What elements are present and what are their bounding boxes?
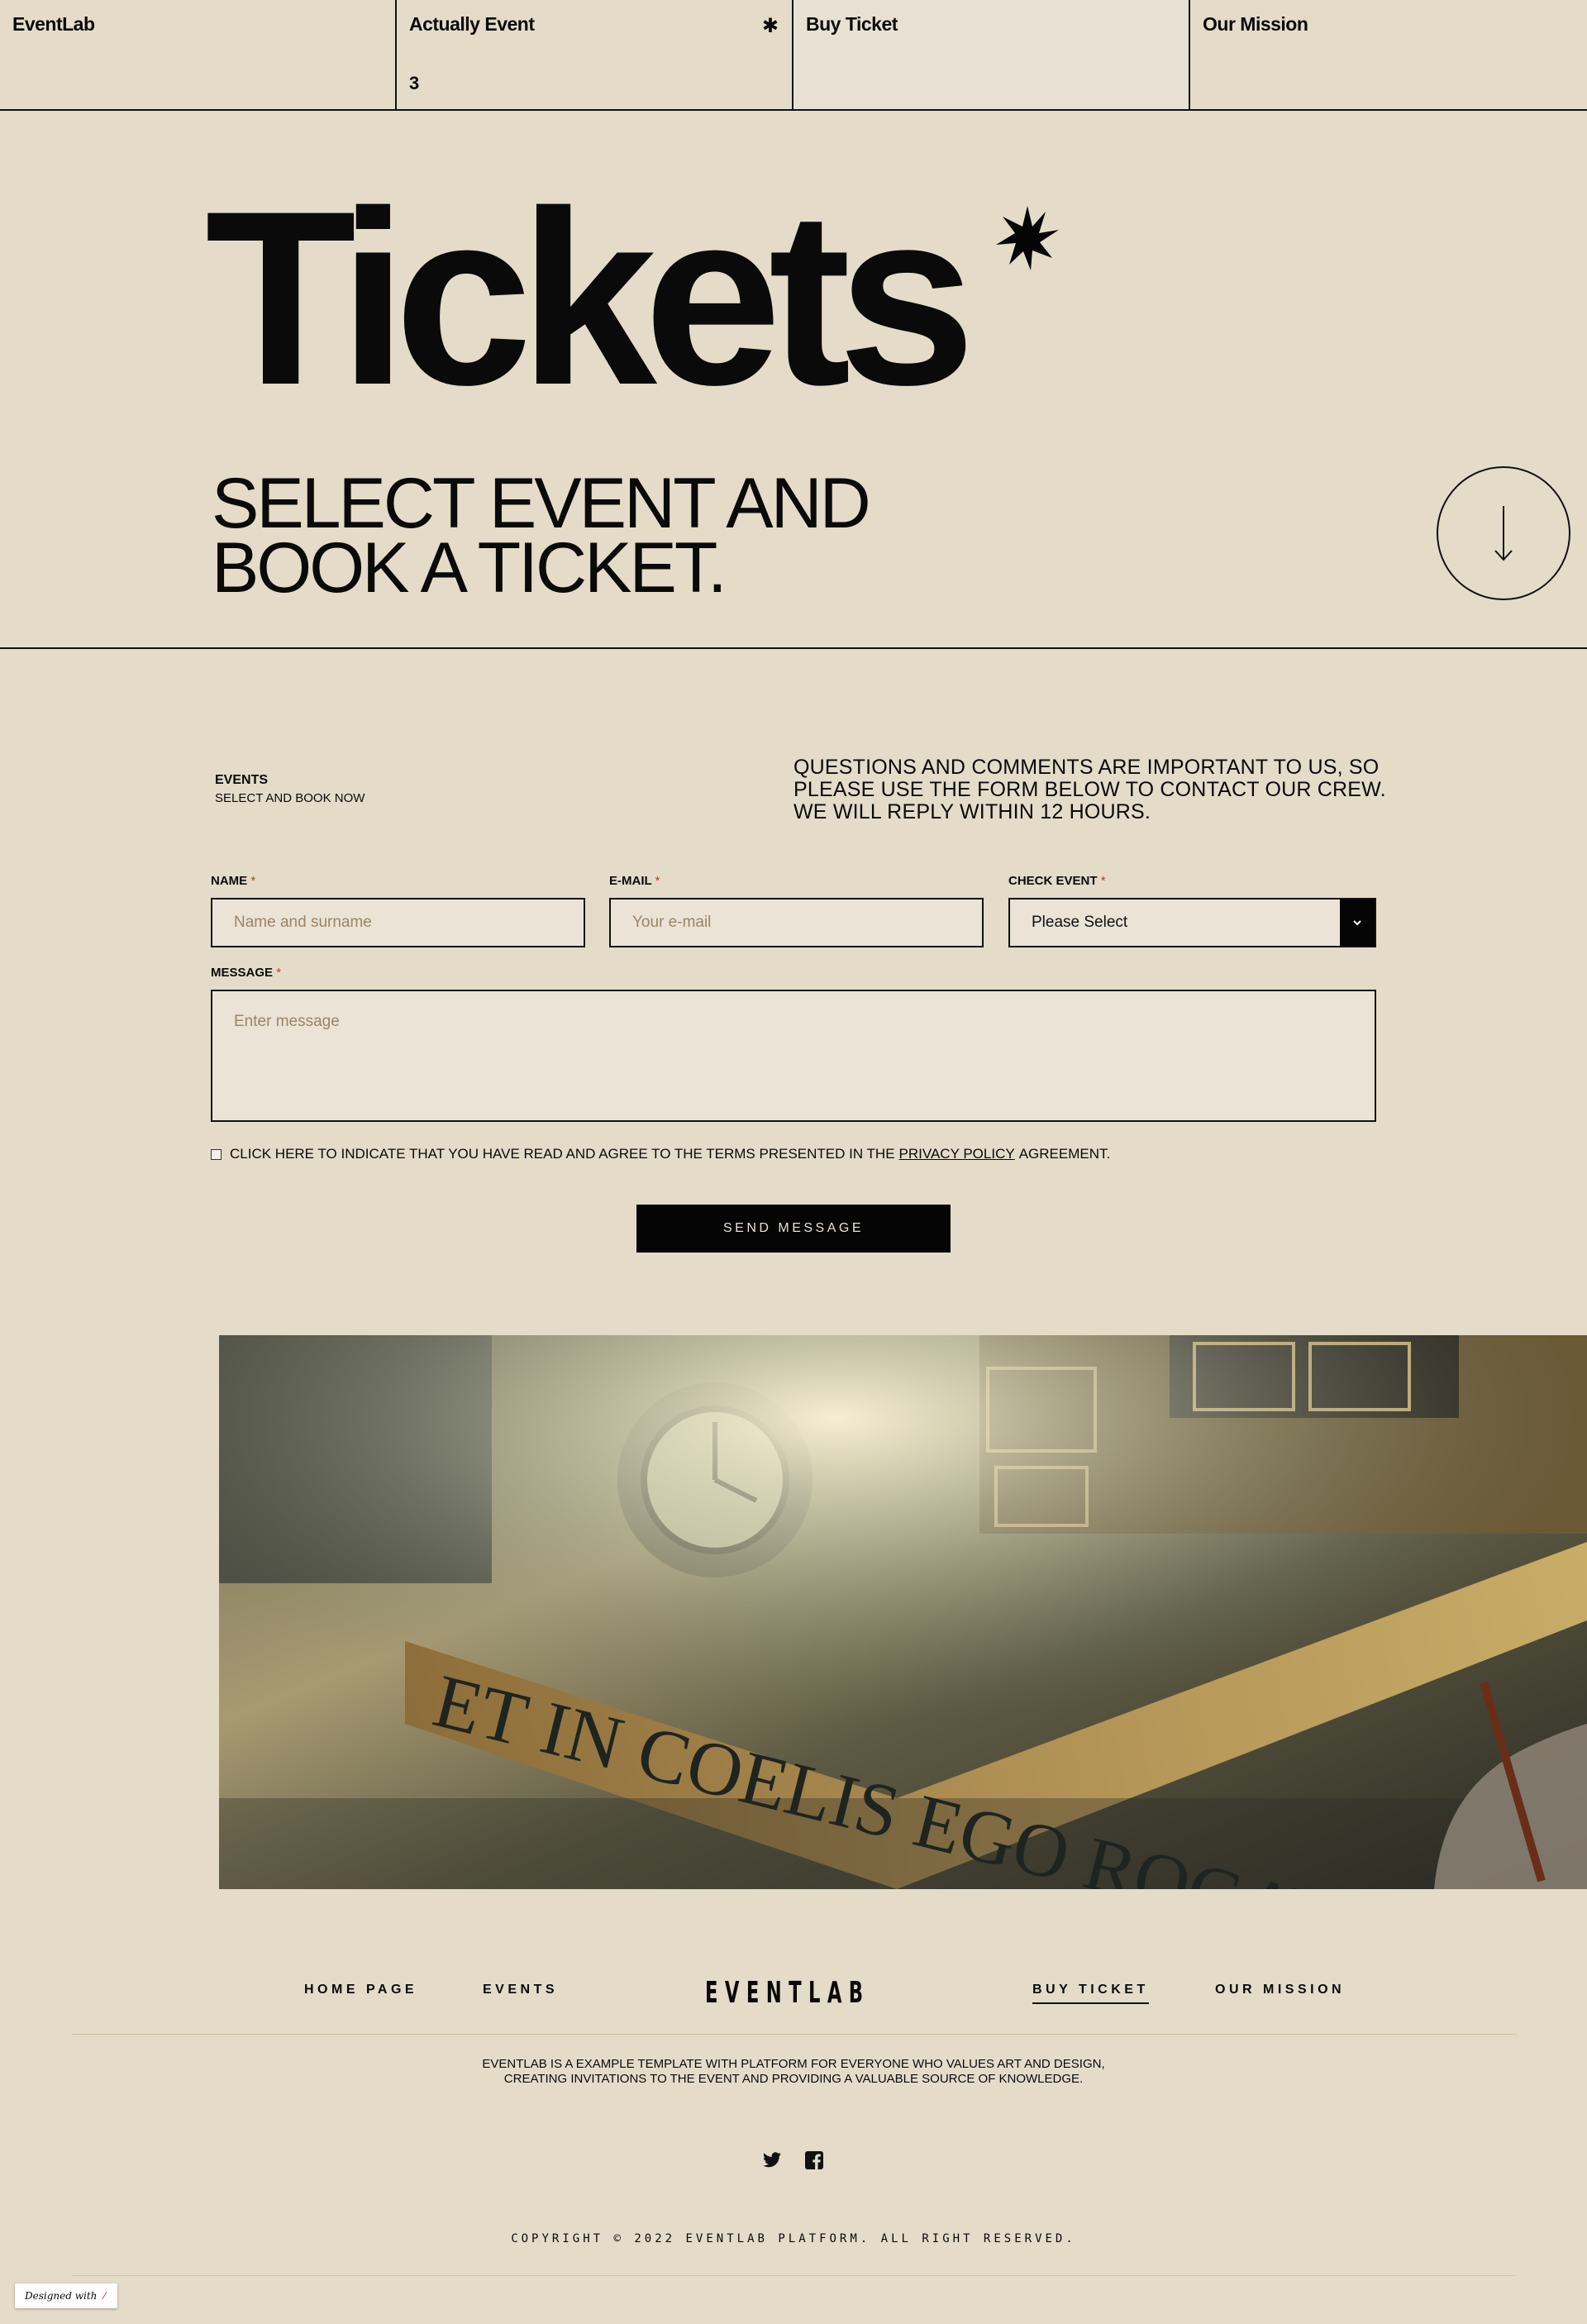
hero-subtitle: SELECT EVENT AND BOOK A TICKET.: [212, 464, 871, 608]
required-mark: *: [276, 966, 282, 980]
nav-actually-event[interactable]: Actually Event ✱ 3: [397, 0, 794, 109]
event-label-text: CHECK EVENT: [1008, 874, 1098, 888]
footer-nav-home[interactable]: HOME PAGE: [304, 1983, 417, 1997]
architecture-photo: ET IN COELIS EGO ROGAVI PRO T: [219, 1335, 1587, 1889]
footer-about-line1: EVENTLAB IS A EXAMPLE TEMPLATE WITH PLAT…: [482, 2057, 1105, 2071]
footer-about-line2: CREATING INVITATIONS TO THE EVENT AND PR…: [503, 2072, 1084, 2086]
our-mission-label[interactable]: Our Mission: [1203, 13, 1308, 35]
top-nav: EventLab Actually Event ✱ 3 Buy Ticket O…: [0, 0, 1587, 111]
footer-bottom-divider: [72, 2275, 1517, 2276]
pen-icon: ⁄: [103, 2290, 106, 2302]
buy-ticket-label[interactable]: Buy Ticket: [806, 13, 898, 35]
divider: [0, 647, 1587, 649]
message-input[interactable]: [211, 990, 1376, 1122]
agree-row: CLICK HERE TO INDICATE THAT YOU HAVE REA…: [211, 1146, 1110, 1162]
section-subtitle: SELECT AND BOOK NOW: [215, 791, 365, 805]
agree-suffix: AGREEMENT.: [1018, 1146, 1111, 1162]
footer-logo[interactable]: EVENTLAB: [705, 1976, 870, 2010]
hero-subtitle-line2: BOOK A TICKET.: [212, 528, 727, 608]
hero-subtitle-line1: SELECT EVENT AND: [212, 464, 871, 543]
footer-about: EVENTLAB IS A EXAMPLE TEMPLATE WITH PLAT…: [463, 2057, 1124, 2087]
privacy-policy-link[interactable]: PRIVACY POLICY: [899, 1146, 1015, 1162]
event-select[interactable]: Please Select: [1008, 898, 1376, 947]
footer-nav-events[interactable]: EVENTS: [483, 1983, 558, 1997]
facebook-icon[interactable]: [804, 2150, 824, 2170]
arrow-down-icon: [1494, 506, 1513, 561]
email-input[interactable]: [609, 898, 984, 947]
footer-nav-our-mission[interactable]: OUR MISSION: [1215, 1983, 1345, 1997]
twitter-icon[interactable]: [762, 2150, 782, 2170]
chevron-down-icon[interactable]: [1340, 900, 1375, 946]
name-label: NAME *: [211, 874, 255, 888]
asterisk-icon: ✱: [761, 15, 779, 37]
required-mark: *: [655, 874, 660, 888]
message-label: MESSAGE *: [211, 966, 281, 980]
designed-with-badge[interactable]: Designed with ⁄: [15, 2283, 117, 2308]
nav-brand[interactable]: EventLab: [0, 0, 397, 109]
copyright: COPYRIGHT © 2022 EVENTLAB PLATFORM. ALL …: [511, 2232, 1076, 2245]
agree-checkbox[interactable]: [211, 1149, 222, 1160]
required-mark: *: [250, 874, 256, 888]
scroll-down-button[interactable]: [1437, 466, 1570, 600]
name-label-text: NAME: [211, 874, 248, 888]
contact-intro: QUESTIONS AND COMMENTS ARE IMPORTANT TO …: [794, 756, 1386, 823]
page-title: Tickets: [205, 159, 975, 437]
brand-label[interactable]: EventLab: [12, 13, 95, 35]
footer-divider: [72, 2034, 1517, 2035]
badge-label: Designed with: [25, 2290, 98, 2302]
nav-buy-ticket[interactable]: Buy Ticket: [794, 0, 1190, 109]
email-label: E-MAIL *: [609, 874, 660, 888]
email-label-text: E-MAIL: [609, 874, 652, 888]
hero-photo: ET IN COELIS EGO ROGAVI PRO T: [219, 1335, 1587, 1889]
section-title: EVENTS: [215, 773, 269, 787]
name-input[interactable]: [211, 898, 585, 947]
event-count: 3: [409, 73, 420, 93]
actually-event-label[interactable]: Actually Event: [409, 13, 535, 35]
event-select-value: Please Select: [1032, 914, 1128, 931]
required-mark: *: [1100, 874, 1106, 888]
footer-nav-buy-ticket[interactable]: BUY TICKET: [1032, 1983, 1149, 2004]
agree-text: CLICK HERE TO INDICATE THAT YOU HAVE REA…: [230, 1146, 895, 1162]
send-message-button[interactable]: SEND MESSAGE: [636, 1205, 951, 1253]
event-label: CHECK EVENT *: [1008, 874, 1106, 888]
nav-our-mission[interactable]: Our Mission: [1190, 0, 1587, 109]
message-label-text: MESSAGE: [211, 966, 274, 980]
star-icon: [996, 206, 1059, 270]
